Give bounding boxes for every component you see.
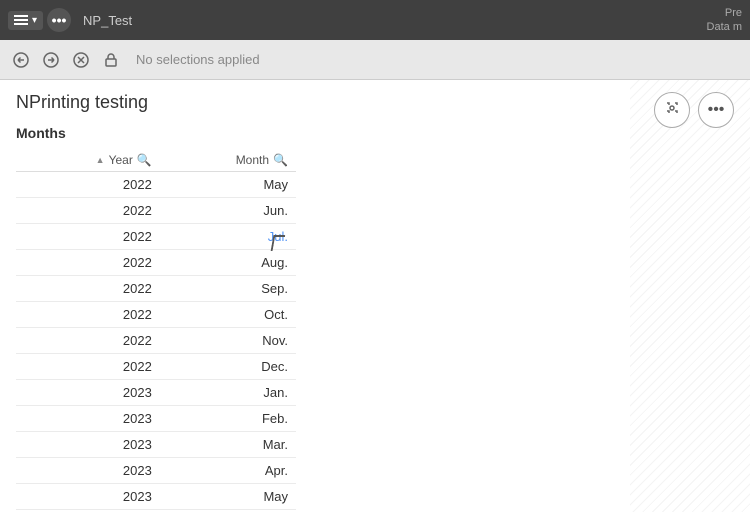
top-bar-left: ▾ ••• NP_Test <box>8 8 132 32</box>
app-name-label: NP_Test <box>83 13 132 28</box>
year-cell: 2022 <box>16 250 160 276</box>
month-search-icon[interactable]: 🔍 <box>273 153 288 167</box>
app-more-button[interactable]: ••• <box>47 8 71 32</box>
top-bar-right-info: Pre Data m <box>707 6 742 35</box>
year-cell: 2023 <box>16 458 160 484</box>
year-cell: 2022 <box>16 328 160 354</box>
table-row[interactable]: 2022Jul. <box>16 224 296 250</box>
year-cell: 2022 <box>16 172 160 198</box>
main-content: NPrinting testing ••• Months ▲ <box>0 80 750 512</box>
month-cell: Sep. <box>160 276 296 302</box>
table-row[interactable]: 2023Mar. <box>16 432 296 458</box>
year-cell: 2022 <box>16 302 160 328</box>
year-cell: 2022 <box>16 276 160 302</box>
year-search-icon[interactable]: 🔍 <box>137 153 152 167</box>
month-cell: Jan. <box>160 380 296 406</box>
months-table: ▲ Year 🔍 Month 🔍 2022May2022Jun.2022Jul.… <box>16 149 296 510</box>
selection-clear-button[interactable] <box>68 47 94 73</box>
table-row[interactable]: 2022Jun. <box>16 198 296 224</box>
year-cell: 2022 <box>16 224 160 250</box>
year-cell: 2023 <box>16 406 160 432</box>
month-cell: Mar. <box>160 432 296 458</box>
selection-bar: No selections applied <box>0 40 750 80</box>
year-cell: 2022 <box>16 198 160 224</box>
month-cell: Nov. <box>160 328 296 354</box>
year-column-header: ▲ Year 🔍 <box>16 149 160 172</box>
table-row[interactable]: 2023Feb. <box>16 406 296 432</box>
month-cell: Feb. <box>160 406 296 432</box>
table-row[interactable]: 2022Dec. <box>16 354 296 380</box>
table-row[interactable]: 2022Oct. <box>16 302 296 328</box>
top-bar: ▾ ••• NP_Test Pre Data m <box>0 0 750 40</box>
table-row[interactable]: 2023May <box>16 484 296 510</box>
snap-button[interactable] <box>654 92 690 128</box>
table-row[interactable]: 2022Nov. <box>16 328 296 354</box>
background-pattern <box>630 80 750 512</box>
month-cell: Dec. <box>160 354 296 380</box>
month-cell: Jun. <box>160 198 296 224</box>
year-column-label: Year <box>109 153 133 167</box>
more-options-icon: ••• <box>708 101 725 119</box>
ellipsis-icon: ••• <box>52 12 67 28</box>
month-cell: Apr. <box>160 458 296 484</box>
top-right-line1: Pre <box>725 6 742 20</box>
no-selections-label: No selections applied <box>136 52 260 67</box>
selection-forward-button[interactable] <box>38 47 64 73</box>
table-row[interactable]: 2022Sep. <box>16 276 296 302</box>
month-column-label: Month <box>236 153 269 167</box>
table-container: Months ▲ Year 🔍 Month 🔍 <box>16 125 734 512</box>
selection-back-button[interactable] <box>8 47 34 73</box>
month-column-header: Month 🔍 <box>160 149 296 172</box>
month-cell: Oct. <box>160 302 296 328</box>
month-cell: Aug. <box>160 250 296 276</box>
selection-lock-button[interactable] <box>98 47 124 73</box>
sort-asc-icon: ▲ <box>96 155 105 165</box>
top-right-line2: Data m <box>707 20 742 34</box>
table-row[interactable]: 2023Apr. <box>16 458 296 484</box>
year-cell: 2023 <box>16 380 160 406</box>
month-cell: May <box>160 172 296 198</box>
table-row[interactable]: 2022Aug. <box>16 250 296 276</box>
month-cell: May <box>160 484 296 510</box>
month-cell: Jul. <box>160 224 296 250</box>
action-buttons: ••• <box>654 92 734 128</box>
table-header-row: ▲ Year 🔍 Month 🔍 <box>16 149 296 172</box>
page-title: NPrinting testing <box>16 92 734 113</box>
snap-icon <box>664 100 680 121</box>
hamburger-menu-button[interactable]: ▾ <box>8 11 43 30</box>
year-cell: 2023 <box>16 484 160 510</box>
table-body: 2022May2022Jun.2022Jul.2022Aug.2022Sep.2… <box>16 172 296 510</box>
table-row[interactable]: 2023Jan. <box>16 380 296 406</box>
year-cell: 2022 <box>16 354 160 380</box>
table-title: Months <box>16 125 734 141</box>
year-cell: 2023 <box>16 432 160 458</box>
more-options-button[interactable]: ••• <box>698 92 734 128</box>
table-row[interactable]: 2022May <box>16 172 296 198</box>
